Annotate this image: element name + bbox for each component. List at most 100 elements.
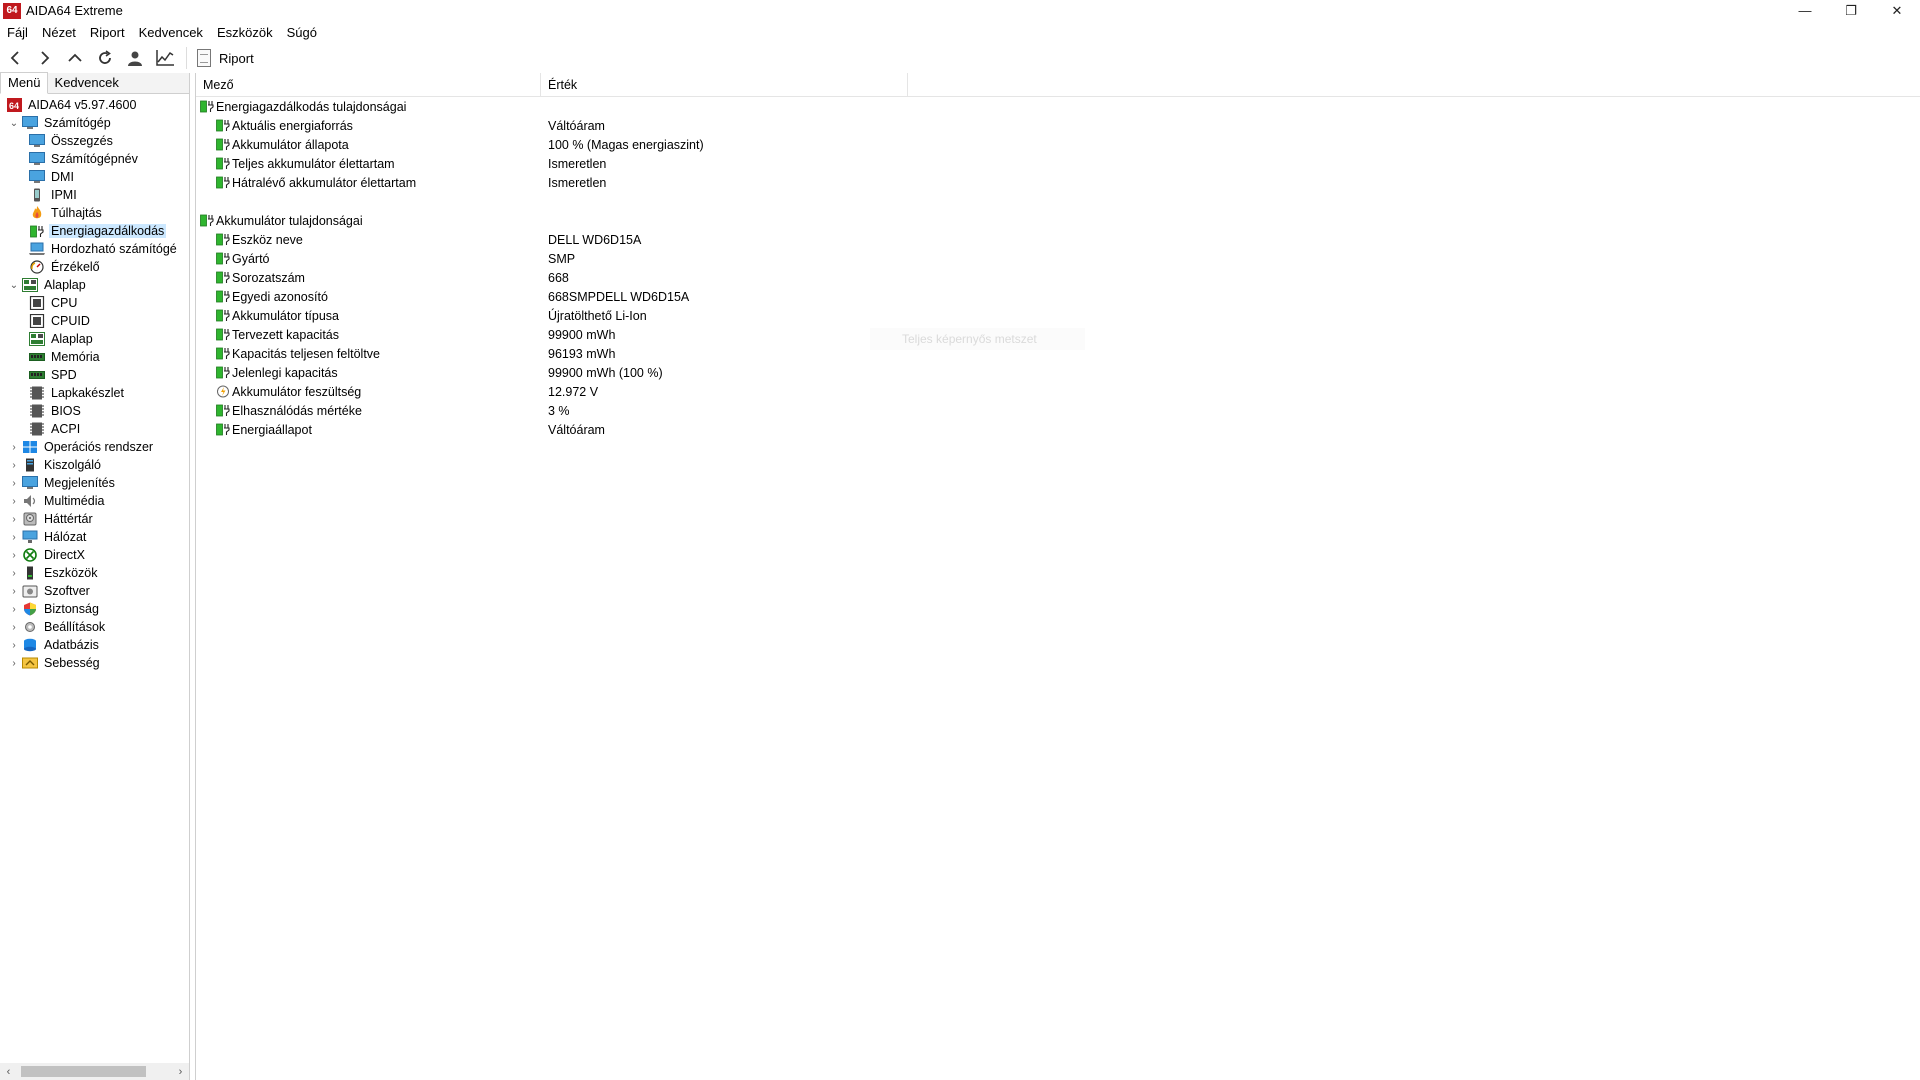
chevron-right-icon[interactable]: › — [8, 441, 20, 453]
tree-item[interactable]: Érzékelő — [0, 258, 189, 276]
tree-item[interactable]: Hordozható számítógé — [0, 240, 189, 258]
horizontal-scrollbar[interactable]: ‹ › — [0, 1063, 189, 1080]
table-row[interactable]: Teljes akkumulátor élettartam Ismeretlen — [196, 154, 1920, 173]
table-row[interactable]: Egyedi azonosító 668SMPDELL WD6D15A — [196, 287, 1920, 306]
field-label: Gyártó — [232, 251, 270, 266]
tree-item[interactable]: › Megjelenítés — [0, 474, 189, 492]
table-row[interactable]: Aktuális energiaforrás Váltóáram — [196, 116, 1920, 135]
tree-item[interactable]: › Háttértár — [0, 510, 189, 528]
menu-item[interactable]: Fájl — [0, 25, 35, 40]
tree-item[interactable]: ⌄ Alaplap — [0, 276, 189, 294]
minimize-button[interactable]: — — [1782, 0, 1828, 21]
menu-item[interactable]: Eszközök — [210, 25, 280, 40]
menu-item[interactable]: Riport — [83, 25, 132, 40]
chevron-right-icon[interactable]: › — [8, 567, 20, 579]
chevron-right-icon[interactable]: › — [8, 513, 20, 525]
tree-item[interactable]: CPUID — [0, 312, 189, 330]
tree-item[interactable]: › Kiszolgáló — [0, 456, 189, 474]
table-row[interactable]: Akkumulátor feszültség 12.972 V — [196, 382, 1920, 401]
tree-item[interactable]: Alaplap — [0, 330, 189, 348]
menu-item[interactable]: Súgó — [280, 25, 324, 40]
chevron-right-icon[interactable]: › — [8, 531, 20, 543]
up-button[interactable] — [60, 45, 90, 71]
tree-item[interactable]: SPD — [0, 366, 189, 384]
tab-favorites[interactable]: Kedvencek — [48, 73, 125, 93]
refresh-button[interactable] — [90, 45, 120, 71]
table-row[interactable]: Gyártó SMP — [196, 249, 1920, 268]
tree-item[interactable]: IPMI — [0, 186, 189, 204]
tree-item[interactable]: › Adatbázis — [0, 636, 189, 654]
tree-item[interactable]: › Sebesség — [0, 654, 189, 672]
field-label: Eszköz neve — [232, 232, 303, 247]
tree-item[interactable]: ACPI — [0, 420, 189, 438]
chevron-right-icon[interactable]: › — [8, 459, 20, 471]
chevron-down-icon[interactable]: ⌄ — [8, 279, 20, 291]
tree-item[interactable]: Memória — [0, 348, 189, 366]
forward-button[interactable] — [30, 45, 60, 71]
chevron-right-icon[interactable]: › — [8, 657, 20, 669]
scroll-left-icon[interactable]: ‹ — [0, 1066, 17, 1078]
tree-item[interactable]: › Hálózat — [0, 528, 189, 546]
back-button[interactable] — [0, 45, 30, 71]
tree-item-label: Érzékelő — [51, 260, 100, 274]
scroll-right-icon[interactable]: › — [172, 1066, 189, 1078]
chevron-right-icon[interactable]: › — [8, 621, 20, 633]
menu-item[interactable]: Kedvencek — [132, 25, 210, 40]
tree-item[interactable]: Lapkakészlet — [0, 384, 189, 402]
tree-item[interactable]: › Szoftver — [0, 582, 189, 600]
tree-item-label: BIOS — [51, 404, 81, 418]
tree-item[interactable]: Összegzés — [0, 132, 189, 150]
table-row[interactable]: Sorozatszám 668 — [196, 268, 1920, 287]
tree-item[interactable]: › Multimédia — [0, 492, 189, 510]
gauge-icon — [29, 260, 45, 274]
tree-item[interactable]: DMI — [0, 168, 189, 186]
menu-item[interactable]: Nézet — [35, 25, 83, 40]
tree-item[interactable]: › Beállítások — [0, 618, 189, 636]
chart-button[interactable] — [150, 45, 180, 71]
tree-item[interactable]: ⌄ Számítógép — [0, 114, 189, 132]
chevron-right-icon[interactable]: › — [8, 477, 20, 489]
tree-item-label: Beállítások — [44, 620, 106, 634]
value-cell: Váltóáram — [548, 118, 605, 133]
tree-item[interactable]: CPU — [0, 294, 189, 312]
column-header-field[interactable]: Mező — [196, 72, 541, 97]
tree-item-label: Számítógépnév — [51, 152, 138, 166]
chevron-right-icon[interactable]: › — [8, 585, 20, 597]
restore-button[interactable]: ❐ — [1828, 0, 1874, 21]
tab-menu[interactable]: Menü — [0, 72, 48, 94]
table-row[interactable]: Energiaállapot Váltóáram — [196, 420, 1920, 439]
field-cell: Elhasználódás mértéke — [196, 404, 541, 418]
table-row[interactable]: Akkumulátor állapota 100 % (Magas energia… — [196, 135, 1920, 154]
group-header-row[interactable]: Akkumulátor tulajdonságai — [196, 211, 1920, 230]
field-cell: Tervezett kapacitás — [196, 328, 541, 342]
group-header-row[interactable]: Energiagazdálkodás tulajdonságai — [196, 97, 1920, 116]
tree-item[interactable]: › DirectX — [0, 546, 189, 564]
table-row[interactable]: Eszköz neve DELL WD6D15A — [196, 230, 1920, 249]
tree-item[interactable]: Energiagazdálkodás — [0, 222, 189, 240]
user-button[interactable] — [120, 45, 150, 71]
scroll-thumb[interactable] — [21, 1066, 146, 1077]
tree-item[interactable]: Túlhajtás — [0, 204, 189, 222]
table-row[interactable]: Hátralévő akkumulátor élettartam Ismeretl… — [196, 173, 1920, 192]
table-row[interactable]: Jelenlegi kapacitás 99900 mWh (100 %) — [196, 363, 1920, 382]
table-row[interactable]: Elhasználódás mértéke 3 % — [196, 401, 1920, 420]
tree-item[interactable]: 64 AIDA64 v5.97.4600 — [0, 96, 189, 114]
chevron-down-icon[interactable]: ⌄ — [8, 117, 20, 129]
tree-item[interactable]: BIOS — [0, 402, 189, 420]
column-header: Mező Érték — [196, 72, 1920, 97]
field-cell: Energiagazdálkodás tulajdonságai — [196, 100, 541, 114]
tree-item[interactable]: › Operációs rendszer — [0, 438, 189, 456]
report-button[interactable]: Riport — [197, 49, 254, 67]
column-header-value[interactable]: Érték — [541, 72, 908, 97]
chevron-right-icon[interactable]: › — [8, 603, 20, 615]
table-row[interactable]: Akkumulátor típusa Újratölthető Li-Ion — [196, 306, 1920, 325]
monitor-icon — [29, 152, 45, 166]
tree-item[interactable]: › Biztonság — [0, 600, 189, 618]
chevron-right-icon[interactable]: › — [8, 549, 20, 561]
report-label: Riport — [219, 50, 254, 66]
tree-item[interactable]: › Eszközök — [0, 564, 189, 582]
chevron-right-icon[interactable]: › — [8, 639, 20, 651]
close-button[interactable]: ✕ — [1874, 0, 1920, 21]
chevron-right-icon[interactable]: › — [8, 495, 20, 507]
tree-item[interactable]: Számítógépnév — [0, 150, 189, 168]
